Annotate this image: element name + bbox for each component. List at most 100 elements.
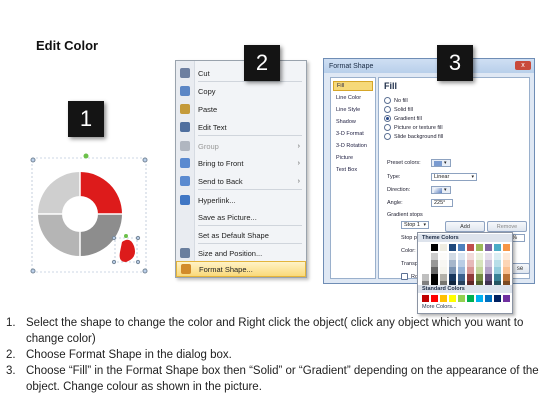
direction-dropdown[interactable]: ▾ (431, 186, 451, 194)
theme-color-swatch[interactable] (485, 244, 492, 251)
theme-color-swatch[interactable] (458, 274, 465, 281)
standard-color-swatch[interactable] (431, 295, 438, 302)
theme-color-swatch[interactable] (458, 244, 465, 251)
menu-item-bring-to-front[interactable]: Bring to Front › (176, 155, 306, 171)
menu-item-hyperlink[interactable]: Hyperlink... (176, 192, 306, 208)
theme-color-swatch[interactable] (431, 244, 438, 251)
menu-item-send-to-back[interactable]: Send to Back › (176, 173, 306, 189)
theme-color-swatch[interactable] (431, 274, 438, 281)
theme-color-swatch[interactable] (431, 253, 438, 260)
theme-color-swatch[interactable] (485, 260, 492, 267)
theme-color-swatch[interactable] (440, 244, 447, 251)
theme-color-swatch[interactable] (494, 260, 501, 267)
theme-color-swatch[interactable] (503, 260, 510, 267)
theme-color-swatch[interactable] (422, 274, 429, 281)
fill-option-gradient-fill[interactable]: Gradient fill (384, 115, 422, 122)
menu-item-label: Size and Position... (198, 248, 263, 258)
theme-color-swatch[interactable] (485, 267, 492, 274)
standard-color-swatch[interactable] (467, 295, 474, 302)
standard-color-swatch[interactable] (458, 295, 465, 302)
theme-color-swatch[interactable] (503, 267, 510, 274)
dialog-close-button[interactable]: x (515, 61, 531, 70)
fill-option-no-fill[interactable]: No fill (384, 97, 408, 104)
theme-color-swatch[interactable] (494, 274, 501, 281)
blank-icon (180, 212, 190, 222)
more-colors-link[interactable]: More Colors... (422, 304, 457, 310)
theme-color-swatch[interactable] (467, 253, 474, 260)
nav-item-3-d-rotation[interactable]: 3-D Rotation (333, 141, 373, 151)
theme-color-swatch[interactable] (422, 260, 429, 267)
theme-color-swatch[interactable] (440, 260, 447, 267)
theme-color-swatch[interactable] (422, 267, 429, 274)
standard-color-swatch[interactable] (449, 295, 456, 302)
theme-color-swatch[interactable] (485, 253, 492, 260)
dialog-close-text-button[interactable]: se (510, 263, 530, 274)
standard-color-swatch[interactable] (503, 295, 510, 302)
theme-color-swatch[interactable] (449, 260, 456, 267)
theme-color-swatch[interactable] (476, 253, 483, 260)
theme-color-swatch[interactable] (476, 260, 483, 267)
theme-color-swatch[interactable] (476, 267, 483, 274)
menu-item-copy[interactable]: Copy (176, 83, 306, 99)
theme-color-swatch[interactable] (440, 274, 447, 281)
nav-item-line-color[interactable]: Line Color (333, 93, 373, 103)
theme-color-swatch[interactable] (467, 267, 474, 274)
theme-color-swatch[interactable] (503, 274, 510, 281)
theme-color-swatch[interactable] (494, 267, 501, 274)
theme-color-swatch[interactable] (494, 244, 501, 251)
theme-color-swatch[interactable] (467, 260, 474, 267)
theme-color-swatch[interactable] (503, 253, 510, 260)
menu-item-group[interactable]: Group › (176, 138, 306, 154)
gradient-stops-label: Gradient stops (387, 212, 423, 218)
theme-color-swatch[interactable] (494, 253, 501, 260)
theme-color-swatch[interactable] (431, 260, 438, 267)
standard-color-swatch[interactable] (440, 295, 447, 302)
menu-item-save-as-picture[interactable]: Save as Picture... (176, 209, 306, 225)
theme-color-swatch[interactable] (476, 244, 483, 251)
theme-color-swatch[interactable] (431, 267, 438, 274)
theme-color-swatch[interactable] (458, 267, 465, 274)
puzzle-ring-shape[interactable] (30, 150, 160, 280)
theme-color-swatch[interactable] (422, 244, 429, 251)
theme-color-swatch[interactable] (449, 267, 456, 274)
theme-color-swatch[interactable] (440, 267, 447, 274)
theme-color-swatch[interactable] (458, 260, 465, 267)
theme-color-swatch[interactable] (449, 253, 456, 260)
menu-item-format-shape[interactable]: Format Shape... (176, 261, 306, 277)
theme-color-swatch[interactable] (449, 274, 456, 281)
angle-input[interactable]: 225° (431, 199, 453, 207)
theme-color-swatch[interactable] (440, 253, 447, 260)
menu-item-paste[interactable]: Paste (176, 101, 306, 117)
nav-item-text-box[interactable]: Text Box (333, 165, 373, 175)
standard-color-swatch[interactable] (494, 295, 501, 302)
stop-dropdown[interactable]: Stop 1 ▾ (401, 221, 429, 229)
fill-option-solid-fill[interactable]: Solid fill (384, 106, 413, 113)
nav-item-shadow[interactable]: Shadow (333, 117, 373, 127)
nav-item-fill[interactable]: Fill (333, 81, 373, 91)
fill-option-slide-background-fill[interactable]: Slide background fill (384, 133, 443, 140)
menu-item-edit-text[interactable]: Edit Text (176, 119, 306, 135)
nav-item-picture[interactable]: Picture (333, 153, 373, 163)
standard-color-swatch[interactable] (422, 295, 429, 302)
preset-colors-dropdown[interactable]: ▾ (431, 159, 451, 167)
standard-color-swatch[interactable] (476, 295, 483, 302)
theme-color-swatch[interactable] (449, 244, 456, 251)
theme-color-swatch[interactable] (485, 274, 492, 281)
theme-color-swatch[interactable] (503, 244, 510, 251)
menu-item-cut[interactable]: Cut (176, 65, 306, 81)
fill-option-picture-or-texture-fill[interactable]: Picture or texture fill (384, 124, 443, 131)
theme-color-swatch[interactable] (467, 274, 474, 281)
direction-preview-icon (434, 187, 442, 193)
nav-item-3-d-format[interactable]: 3-D Format (333, 129, 373, 139)
standard-color-swatch[interactable] (485, 295, 492, 302)
nav-item-line-style[interactable]: Line Style (333, 105, 373, 115)
theme-color-swatch[interactable] (458, 253, 465, 260)
theme-color-swatch[interactable] (476, 274, 483, 281)
theme-color-swatch[interactable] (467, 244, 474, 251)
menu-item-size-and-position[interactable]: Size and Position... (176, 245, 306, 261)
add-stop-button[interactable]: Add (445, 221, 485, 232)
type-dropdown[interactable]: Linear ▾ (431, 173, 477, 181)
theme-color-swatch[interactable] (422, 253, 429, 260)
remove-stop-button[interactable]: Remove (487, 221, 527, 232)
menu-item-set-as-default-shape[interactable]: Set as Default Shape (176, 227, 306, 243)
